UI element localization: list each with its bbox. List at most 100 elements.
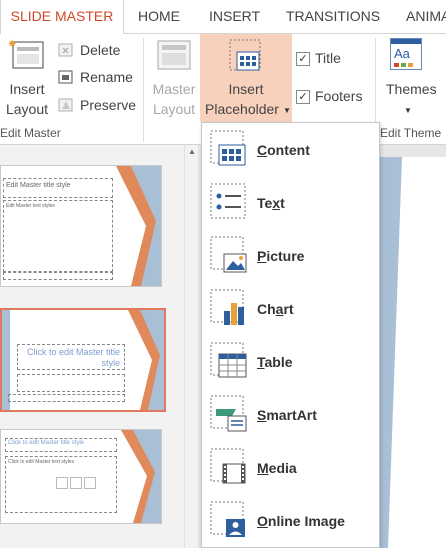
preserve-label: Preserve (80, 97, 137, 113)
tab-insert[interactable]: INSERT (209, 0, 260, 33)
label-rest: icture (266, 248, 305, 264)
menu-item-smartart[interactable]: SmartArt (202, 388, 379, 441)
label-rest: able (264, 354, 293, 370)
slide-thumbnail[interactable]: Edit Master title style Edit Master text… (0, 165, 162, 287)
text-icon (210, 183, 246, 219)
insert-placeholder-menu: Content Text Picture Chart Table SmartAr… (201, 122, 380, 548)
master-layout-label-2: Layout (152, 101, 196, 117)
master-layout-icon (157, 40, 191, 70)
table-icon (210, 342, 247, 378)
insert-layout-icon: ✸ (8, 39, 44, 69)
menu-item-text[interactable]: Text (202, 176, 379, 229)
ribbon-tab-bar: SLIDE MASTER HOME INSERT TRANSITIONS ANI… (0, 0, 446, 35)
slide-thumbnail[interactable]: Click to edit Master title style Click t… (0, 429, 162, 524)
slide-decoration (128, 310, 164, 410)
picture-icon (210, 236, 247, 273)
menu-item-label: Content (257, 142, 310, 158)
label-rest: edia (268, 460, 297, 476)
thumb-title: Click to edit Master title style (8, 440, 85, 446)
label-rest: nline Image (267, 513, 345, 529)
menu-item-media[interactable]: Media (202, 441, 379, 494)
delete-label: Delete (80, 42, 121, 58)
access-key: O (257, 513, 268, 529)
insert-placeholder-button[interactable]: Insert Placeholder ▼ (200, 34, 292, 122)
access-key: x (272, 195, 281, 211)
access-key: T (257, 354, 265, 370)
label-pre: Ch (257, 301, 276, 317)
preserve-icon (58, 98, 73, 112)
insert-layout-label-2: Layout (5, 101, 49, 117)
body-placeholder (17, 374, 125, 392)
thumb-title: Edit Master title style (6, 182, 71, 189)
body-placeholder: Click to edit Master text styles (5, 456, 117, 513)
title-placeholder: Click to edit Master title style (5, 438, 117, 452)
master-layout-label: Master (152, 81, 196, 97)
thumb-icon (70, 477, 82, 489)
insert-placeholder-icon (229, 39, 261, 71)
title-placeholder: Edit Master title style (3, 178, 113, 198)
thumb-title: Click to edit Master title style (26, 347, 120, 368)
insert-layout-label: Insert (9, 81, 45, 97)
themes-button[interactable]: Aa Themes ▼ (380, 34, 442, 124)
menu-item-label: Picture (257, 248, 304, 264)
smartart-icon (210, 395, 247, 432)
content-icon (210, 130, 246, 166)
menu-item-table[interactable]: Table (202, 335, 379, 388)
rename-icon (58, 70, 73, 84)
body-placeholder: Edit Master text styles (3, 200, 113, 272)
delete-icon (58, 43, 73, 57)
tab-animations[interactable]: ANIMA (406, 0, 446, 33)
menu-item-picture[interactable]: Picture (202, 229, 379, 282)
label-rest: rt (283, 301, 294, 317)
tab-transitions[interactable]: TRANSITIONS (286, 0, 380, 33)
theme-sample-text: Aa (394, 46, 410, 61)
master-layout-button[interactable]: Master Layout (148, 34, 200, 124)
menu-item-online-image[interactable]: Online Image (202, 494, 379, 547)
tab-slide-master[interactable]: SLIDE MASTER (0, 0, 124, 35)
thumb-body: Click to edit Master text styles (8, 459, 75, 465)
theme-swatch (408, 63, 413, 67)
scroll-up-icon[interactable]: ▲ (188, 147, 196, 156)
rename-label: Rename (80, 69, 133, 85)
label-pre: Te (257, 195, 273, 211)
media-icon (210, 448, 246, 484)
menu-item-label: Media (257, 460, 297, 476)
slide-decoration (116, 166, 161, 286)
chart-icon (210, 289, 244, 325)
access-key: P (257, 248, 267, 264)
thumbnail-scrollbar[interactable]: ▲ (184, 145, 199, 548)
slide-decoration (378, 157, 402, 548)
online-image-icon (210, 501, 245, 537)
thumb-body: Edit Master text styles (6, 203, 55, 209)
label-rest: t (280, 195, 285, 211)
theme-swatch (394, 63, 399, 67)
menu-item-label: Table (257, 354, 293, 370)
footer-placeholder (3, 272, 113, 280)
checkmark-icon: ✓ (296, 52, 310, 66)
themes-label: Themes (386, 81, 437, 97)
footer-placeholder (8, 394, 125, 402)
title-checkbox-label: Title (315, 50, 341, 66)
thumb-icon (56, 477, 68, 489)
tab-home[interactable]: HOME (138, 0, 180, 33)
slide-thumbnail-selected[interactable]: Click to edit Master title style (0, 308, 166, 412)
menu-item-label: Online Image (257, 513, 345, 529)
group-label-edit-theme: Edit Theme (380, 126, 442, 140)
thumb-icon (84, 477, 96, 489)
menu-item-content[interactable]: Content (202, 123, 379, 176)
chevron-down-icon: ▼ (404, 106, 412, 115)
slide-canvas[interactable] (378, 157, 446, 548)
access-key: C (257, 142, 268, 158)
menu-item-chart[interactable]: Chart (202, 282, 379, 335)
footers-checkbox-label: Footers (315, 88, 363, 104)
theme-bar (391, 39, 421, 44)
menu-item-label: Text (257, 195, 285, 211)
themes-icon: Aa (390, 38, 422, 70)
insert-placeholder-label: Insert (228, 81, 264, 97)
insert-layout-button[interactable]: ✸ Insert Layout (0, 34, 54, 124)
title-placeholder: Click to edit Master title style (17, 344, 125, 370)
theme-swatch (401, 63, 406, 67)
access-key: S (257, 407, 267, 423)
ribbon-separator (143, 38, 144, 142)
label-rest: martArt (266, 407, 317, 423)
